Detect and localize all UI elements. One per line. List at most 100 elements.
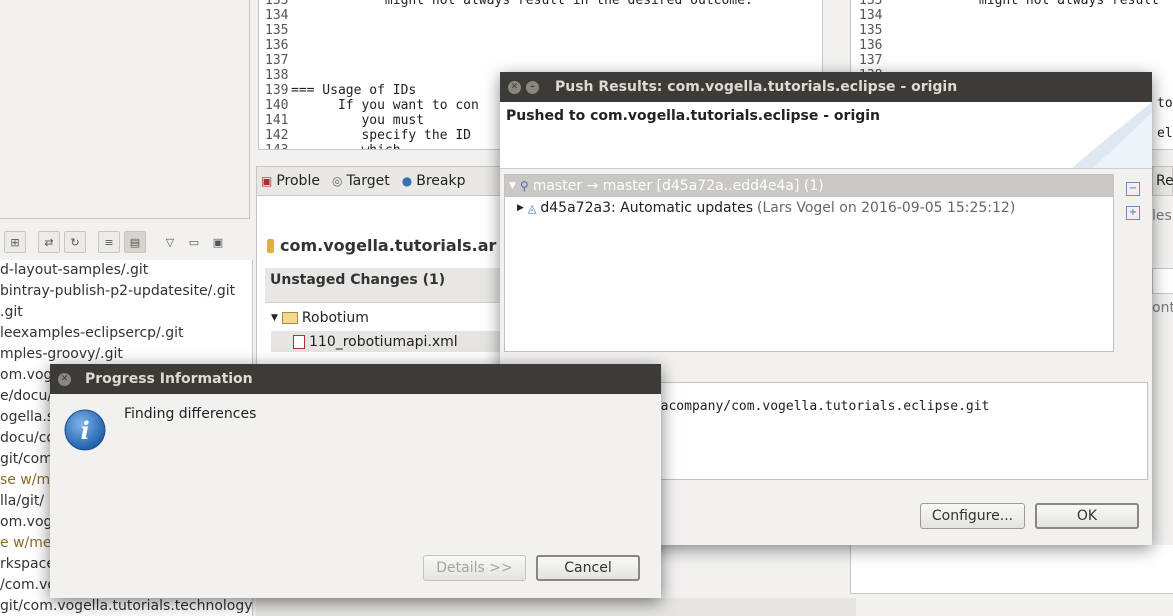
expand-arrow-icon[interactable]: ▼ [271, 313, 278, 323]
right-editor-fragment-1: to [1157, 96, 1173, 111]
configure-button[interactable]: Configure... [920, 503, 1025, 529]
code-line: 137 [265, 53, 822, 68]
code-line: 136 [265, 38, 822, 53]
repo-list-item[interactable]: d-layout-samples/.git [0, 260, 252, 281]
branch-icon: ⚲ [519, 179, 529, 193]
maximize-icon[interactable]: ▣ [208, 232, 228, 252]
code-line: 135 [859, 23, 1173, 38]
code-text: might not always result in the desired o… [291, 0, 753, 8]
breakpoints-icon: ● [401, 174, 413, 188]
code-text: which [291, 143, 400, 149]
tab-problems[interactable]: ▣ Proble [261, 173, 320, 189]
line-number: 135 [265, 23, 289, 38]
cancel-button[interactable]: Cancel [536, 555, 640, 581]
repo-list-item[interactable]: mples-groovy/.git [0, 344, 252, 365]
bottom-strip [256, 598, 856, 616]
line-number: 137 [265, 53, 289, 68]
xml-file-icon [293, 334, 305, 349]
code-text: === Usage of IDs [291, 83, 417, 98]
right-view-fragment-2 [1152, 268, 1173, 294]
line-number: 139 [265, 83, 289, 98]
right-editor-fragment-2: el [1157, 126, 1173, 141]
close-icon[interactable]: ✕ [508, 80, 521, 94]
staging-repo-title: com.vogella.tutorials.ar [280, 236, 497, 255]
minimize-icon[interactable]: ▭ [184, 232, 204, 252]
push-dialog-title: Push Results: com.vogella.tutorials.ecli… [555, 79, 958, 95]
line-number: 133 [265, 0, 289, 8]
target-icon: ◎ [331, 174, 343, 188]
repo-list-item[interactable]: leexamples-eclipsercp/.git [0, 323, 252, 344]
expand-arrow-icon[interactable]: ▼ [509, 181, 516, 191]
tree-folder-robotium[interactable]: ▼ Robotium [271, 310, 369, 326]
push-results-tree[interactable]: ▼ ⚲ master → master [d45a72a..edd4e4a] (… [504, 174, 1114, 352]
right-view-fragment-2-text: ont [1152, 300, 1173, 316]
collapse-all-icon[interactable]: ≡ [98, 231, 120, 253]
line-number: 136 [265, 38, 289, 53]
line-number: 138 [265, 68, 289, 83]
progress-dialog-titlebar[interactable]: ✕ Progress Information [50, 364, 661, 394]
cancel-button-label: Cancel [564, 560, 612, 576]
progress-dialog: ✕ Progress Information i Finding differe… [50, 364, 661, 598]
repo-list-item[interactable]: .git [0, 302, 252, 323]
tree-file-row[interactable]: 110_robotiumapi.xml [271, 331, 515, 352]
code-line: 133 might not always result [859, 0, 1173, 8]
line-number: 134 [265, 8, 289, 23]
header-decoration-icon [1072, 102, 1152, 168]
tree-row-commit[interactable]: ▶ ◬ d45a72a3: Automatic updates (Lars Vo… [505, 197, 1113, 219]
push-dialog-header: Pushed to com.vogella.tutorials.eclipse … [500, 102, 1152, 169]
filter-icon[interactable]: ▤ [124, 231, 146, 253]
view-tabs: ▣ Proble ◎ Target ● Breakp [256, 166, 516, 196]
tab-breakpoints-label: Breakp [416, 173, 466, 189]
commit-label: d45a72a3: Automatic updates [540, 200, 754, 216]
svg-text:i: i [80, 416, 89, 445]
code-line: 134 [859, 8, 1173, 23]
add-repo-icon[interactable]: ⊞ [4, 231, 26, 253]
expand-all-button[interactable]: + [1126, 206, 1140, 220]
code-line: 135 [265, 23, 822, 38]
details-button[interactable]: Details >> [423, 555, 526, 581]
right-view-area [850, 545, 1173, 594]
repo-list-item[interactable]: bintray-publish-p2-updatesite/.git [0, 281, 252, 302]
code-text: might not always result [885, 0, 1159, 8]
line-number: 141 [265, 113, 289, 128]
line-number: 143 [265, 143, 291, 149]
ok-button[interactable]: OK [1035, 503, 1139, 529]
code-line: 136 [859, 38, 1173, 53]
code-line: 133 might not always result in the desir… [265, 0, 822, 8]
ok-button-label: OK [1076, 508, 1098, 524]
repository-icon [267, 238, 274, 253]
refresh-icon[interactable]: ↻ [64, 231, 86, 253]
left-upper-panel [0, 0, 250, 219]
code-text: specify the ID [291, 128, 472, 143]
line-number: 140 [265, 98, 289, 113]
repo-list-item[interactable]: git/com.vogella.tutorials.technology [0, 596, 252, 616]
push-dialog-titlebar[interactable]: ✕ – Push Results: com.vogella.tutorials.… [500, 72, 1152, 102]
minimize-icon[interactable]: – [526, 80, 539, 94]
view-menu-icon[interactable]: ▽ [160, 232, 180, 252]
tree-row-ref[interactable]: ▼ ⚲ master → master [d45a72a..edd4e4a] (… [505, 175, 1113, 197]
close-icon[interactable]: ✕ [58, 372, 71, 386]
line-number: 134 [859, 8, 883, 23]
folder-icon [281, 312, 298, 324]
repository-uri: llacompany/com.vogella.tutorials.eclipse… [645, 399, 990, 414]
tab-breakpoints[interactable]: ● Breakp [402, 173, 466, 189]
right-view-fragment-1: les [1152, 208, 1172, 224]
collapse-all-button[interactable]: − [1126, 182, 1140, 196]
repositories-toolbar: ⊞ ⇄ ↻ ≡ ▤ ▽ ▭ ▣ [0, 228, 250, 256]
tab-target[interactable]: ◎ Target [332, 173, 390, 189]
file-label: 110_robotiumapi.xml [309, 333, 458, 350]
folder-label: Robotium [301, 310, 369, 326]
code-line: 134 [265, 8, 822, 23]
unstaged-header-label: Unstaged Changes (1) [270, 272, 446, 288]
line-number: 133 [859, 0, 883, 8]
collapse-arrow-icon[interactable]: ▶ [517, 203, 524, 213]
code-line: 137 [859, 53, 1173, 68]
line-number: 142 [265, 128, 289, 143]
line-number: 136 [859, 38, 883, 53]
tab-target-label: Target [346, 173, 390, 189]
tab-problems-label: Proble [276, 173, 320, 189]
line-number: 135 [859, 23, 883, 38]
commit-meta: (Lars Vogel on 2016-09-05 15:25:12) [757, 200, 1016, 216]
link-with-editor-icon[interactable]: ⇄ [38, 231, 60, 253]
right-view-tab[interactable]: Re [1152, 166, 1173, 196]
